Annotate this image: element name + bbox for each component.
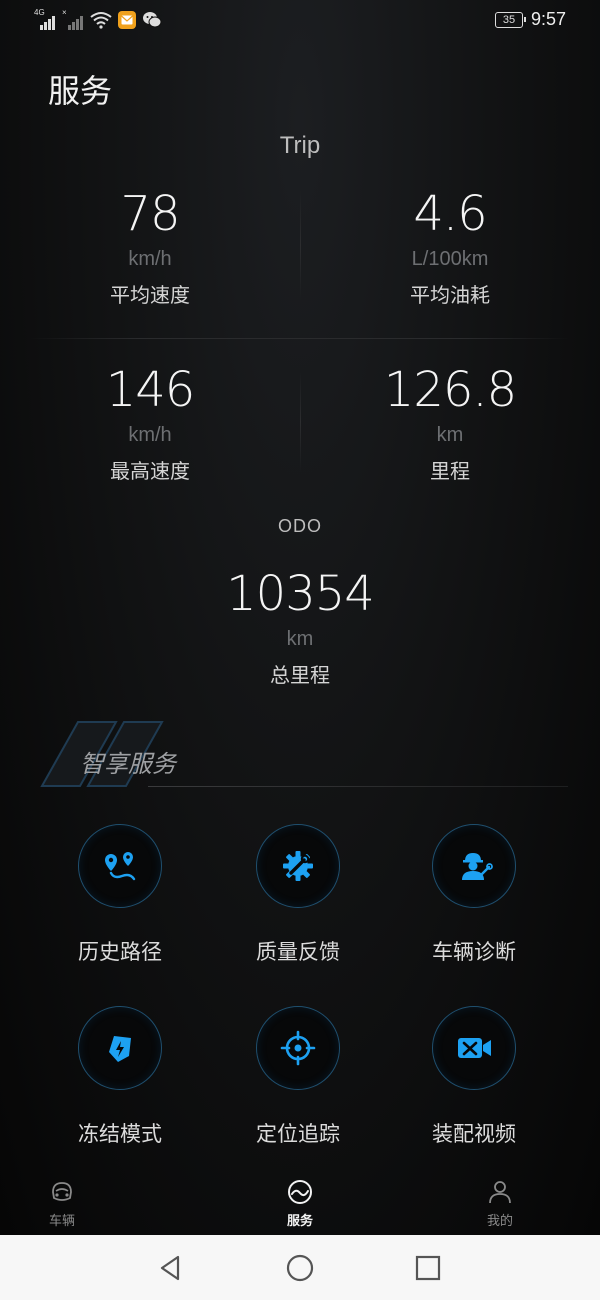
avg-speed-unit: km/h <box>128 248 172 270</box>
vehicle-diagnosis-label: 车辆诊断 <box>432 940 516 964</box>
home-icon[interactable] <box>285 1253 315 1283</box>
trip-section-title: Trip <box>279 132 321 159</box>
nav-tab-profile-label: 我的 <box>486 1214 513 1229</box>
location-tracking-button[interactable]: 定位追踪 <box>208 1006 388 1148</box>
trip-distance-unit: km <box>436 424 464 446</box>
quality-feedback-label: 质量反馈 <box>256 940 340 964</box>
mail-notification-icon <box>118 11 136 29</box>
stat-divider-horizontal <box>30 338 570 339</box>
cell-signal-2-icon: × <box>62 8 84 30</box>
max-speed-label: 最高速度 <box>110 459 190 483</box>
profile-icon <box>489 1181 511 1204</box>
avg-fuel-value: 4.6 <box>413 186 487 242</box>
avg-speed-stat: 78 km/h 平均速度 <box>0 186 300 308</box>
trip-distance-value: 126.8 <box>383 362 517 418</box>
nav-tab-vehicle[interactable]: 车辆 <box>17 1178 107 1229</box>
assembly-video-label: 装配视频 <box>432 1122 516 1146</box>
wifi-icon <box>90 12 112 29</box>
max-speed-stat: 146 km/h 最高速度 <box>0 362 300 484</box>
nav-tab-vehicle-label: 车辆 <box>48 1214 75 1229</box>
route-history-label: 历史路径 <box>78 940 162 964</box>
odo-label: 总里程 <box>270 663 330 687</box>
vehicle-diagnosis-button[interactable]: 车辆诊断 <box>384 824 564 966</box>
service-icon <box>288 1180 312 1204</box>
app-screen: 4G × 35 9:57 服务 Trip 78 km/h 平均速度 4.6 L/… <box>0 0 600 1235</box>
page-title: 服务 <box>48 72 113 110</box>
battery-level: 35 <box>502 13 516 26</box>
freeze-mode-button[interactable]: 冻结模式 <box>30 1006 210 1148</box>
avg-speed-value: 78 <box>120 186 180 242</box>
cell-signal-icon: 4G <box>34 8 56 30</box>
smart-service-divider <box>148 786 568 787</box>
stat-divider-vertical-2 <box>300 372 301 472</box>
location-tracking-label: 定位追踪 <box>256 1122 340 1146</box>
nav-tab-profile[interactable]: 我的 <box>455 1178 545 1229</box>
stat-divider-vertical <box>300 190 301 300</box>
no-service-label: × <box>62 8 67 17</box>
freeze-mode-label: 冻结模式 <box>78 1122 162 1146</box>
mechanic-icon <box>432 824 516 908</box>
nav-tab-service-label: 服务 <box>286 1214 313 1229</box>
odo-value: 10354 <box>226 566 375 622</box>
odo-section-title: ODO <box>277 516 322 536</box>
status-bar: 4G × 35 9:57 <box>0 0 600 44</box>
battery-icon: 35 <box>494 11 526 28</box>
smart-service-title: 智享服务 <box>80 750 176 778</box>
route-history-button[interactable]: 历史路径 <box>30 824 210 966</box>
max-speed-value: 146 <box>105 362 196 418</box>
wechat-icon <box>143 12 162 28</box>
video-tools-icon <box>432 1006 516 1090</box>
smart-service-header: 智享服务 <box>38 718 568 790</box>
system-nav-bar <box>0 1235 600 1300</box>
avg-fuel-label: 平均油耗 <box>410 283 490 307</box>
back-icon[interactable] <box>156 1253 186 1283</box>
odo-stat: 10354 km 总里程 <box>150 566 450 688</box>
status-time: 9:57 <box>530 9 566 29</box>
trip-distance-stat: 126.8 km 里程 <box>300 362 600 484</box>
gear-wrench-icon <box>256 824 340 908</box>
bottom-nav: 车辆 服务 我的 <box>0 1172 600 1235</box>
recents-icon[interactable] <box>413 1253 443 1283</box>
avg-fuel-stat: 4.6 L/100km 平均油耗 <box>300 186 600 308</box>
avg-fuel-unit: L/100km <box>411 248 489 270</box>
route-history-icon <box>78 824 162 908</box>
shield-bolt-icon <box>78 1006 162 1090</box>
vehicle-icon <box>52 1182 72 1201</box>
locate-target-icon <box>256 1006 340 1090</box>
assembly-video-button[interactable]: 装配视频 <box>384 1006 564 1148</box>
odo-unit: km <box>286 628 314 650</box>
nav-tab-service[interactable]: 服务 <box>255 1178 345 1229</box>
quality-feedback-button[interactable]: 质量反馈 <box>208 824 388 966</box>
trip-distance-label: 里程 <box>430 459 470 483</box>
avg-speed-label: 平均速度 <box>110 283 190 307</box>
max-speed-unit: km/h <box>128 424 172 446</box>
